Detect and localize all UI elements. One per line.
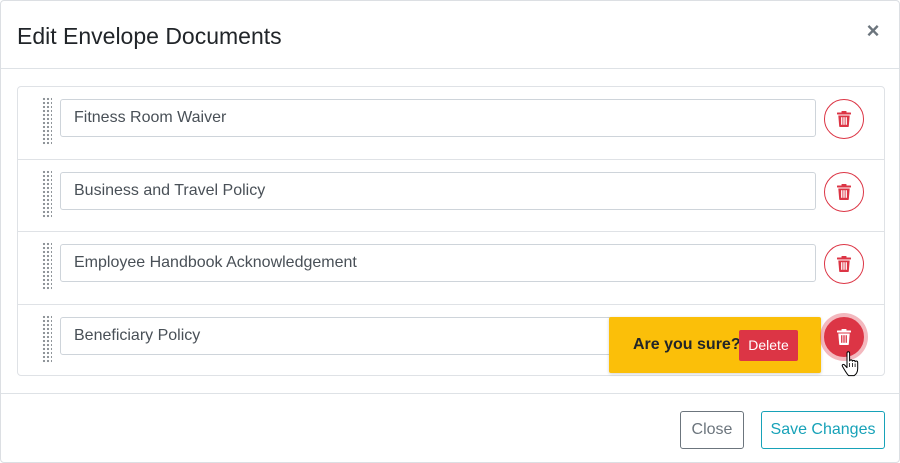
document-name-input[interactable] xyxy=(60,244,816,282)
edit-envelope-documents-modal: Edit Envelope Documents × Fitness Room W… xyxy=(0,0,900,463)
drag-handle-icon[interactable] xyxy=(42,242,52,290)
modal-body: Are you sure? Delete xyxy=(1,69,899,393)
drag-handle-icon[interactable] xyxy=(42,314,52,363)
trash-icon xyxy=(837,111,851,127)
trash-icon xyxy=(837,256,851,272)
document-row xyxy=(18,160,884,232)
confirm-delete-button[interactable]: Delete xyxy=(739,329,798,361)
document-name-input[interactable] xyxy=(60,171,816,210)
close-icon[interactable]: × xyxy=(863,19,883,43)
modal-header: Edit Envelope Documents × xyxy=(1,1,899,69)
trash-icon xyxy=(837,328,851,345)
confirm-question: Are you sure? xyxy=(633,335,741,353)
document-name-input[interactable] xyxy=(60,99,816,137)
delete-document-button[interactable] xyxy=(824,99,864,139)
document-row: Are you sure? Delete xyxy=(18,305,884,378)
document-row xyxy=(18,232,884,305)
delete-confirm-popover: Are you sure? Delete xyxy=(609,316,821,373)
modal-footer: Close Save Changes xyxy=(1,393,899,463)
document-row xyxy=(18,87,884,160)
delete-document-button[interactable] xyxy=(824,244,864,284)
drag-handle-icon[interactable] xyxy=(42,97,52,145)
modal-title: Edit Envelope Documents xyxy=(17,23,282,49)
save-changes-button[interactable]: Save Changes xyxy=(761,411,885,449)
drag-handle-icon[interactable] xyxy=(42,169,52,218)
close-button[interactable]: Close xyxy=(680,411,744,449)
delete-document-button[interactable] xyxy=(824,316,864,357)
delete-document-button[interactable] xyxy=(824,171,864,212)
document-list: Are you sure? Delete xyxy=(17,86,885,376)
trash-icon xyxy=(837,183,851,200)
